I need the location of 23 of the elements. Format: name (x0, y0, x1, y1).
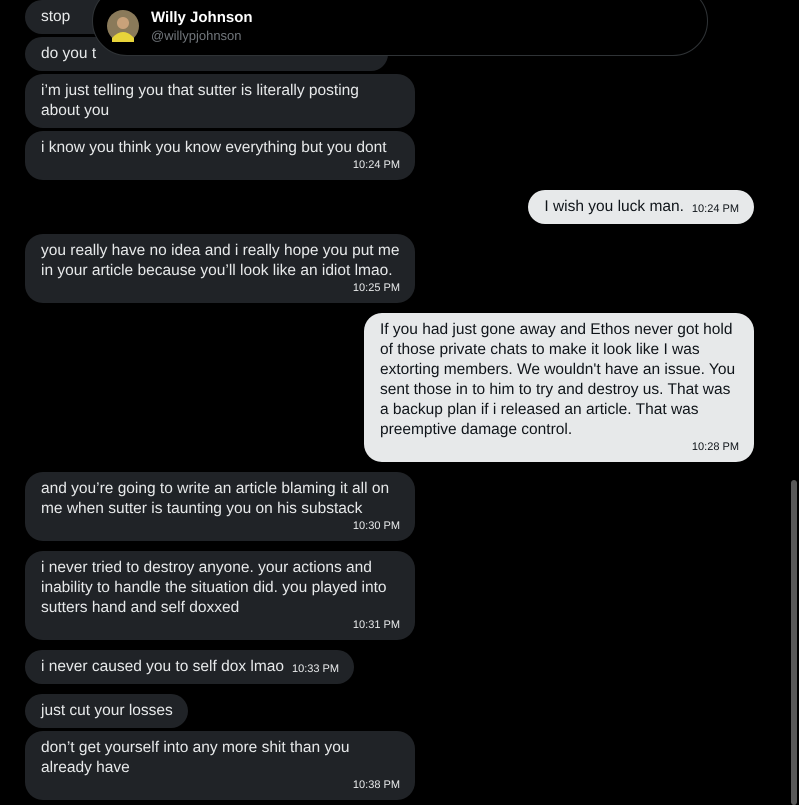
message-time: 10:31 PM (352, 618, 400, 633)
message-time: 10:25 PM (352, 281, 400, 296)
message-time: 10:33 PM (292, 662, 340, 677)
message-text: i never caused you to self dox lmao (41, 657, 284, 677)
message-time: 10:38 PM (352, 778, 400, 793)
message-text: i know you think you know everything but you dont (41, 138, 387, 158)
message-time: 10:30 PM (352, 519, 400, 534)
message-text: you really have no idea and i really hope you put me in your article because you’ll look like an idiot lmao. (41, 241, 400, 281)
message-text: I wish you luck man. (544, 197, 684, 217)
scrollbar-thumb[interactable] (791, 480, 797, 805)
message-time: 10:24 PM (692, 202, 739, 217)
message-text: just cut your losses (41, 701, 173, 721)
user-handle: @willypjohnson (151, 27, 243, 44)
message-text: and you’re going to write an article blaming it all on me when sutter is taunting you on his substack (41, 479, 390, 519)
message-text: i’m just telling you that sutter is literally posting about you (41, 81, 360, 121)
message-time: 10:28 PM (692, 440, 739, 455)
message-text: don’t get yourself into any more shit than you already have (41, 738, 350, 778)
message-time: 10:24 PM (352, 158, 400, 173)
user-name: Willy Johnson (151, 8, 253, 27)
message-text: If you had just gone away and Ethos never got hold of those private chats to make it look like I was extorting members. We wouldn't have an issue. You sent those in to him to try and destroy us. That was a backup plan if i released an article. That was preemptive damage control. (380, 320, 736, 440)
avatar (107, 10, 139, 42)
message-text: stop (41, 7, 70, 27)
message-text: i never tried to destroy anyone. your actions and inability to handle the situation did. you played into sutters hand and self doxxed (41, 558, 388, 618)
